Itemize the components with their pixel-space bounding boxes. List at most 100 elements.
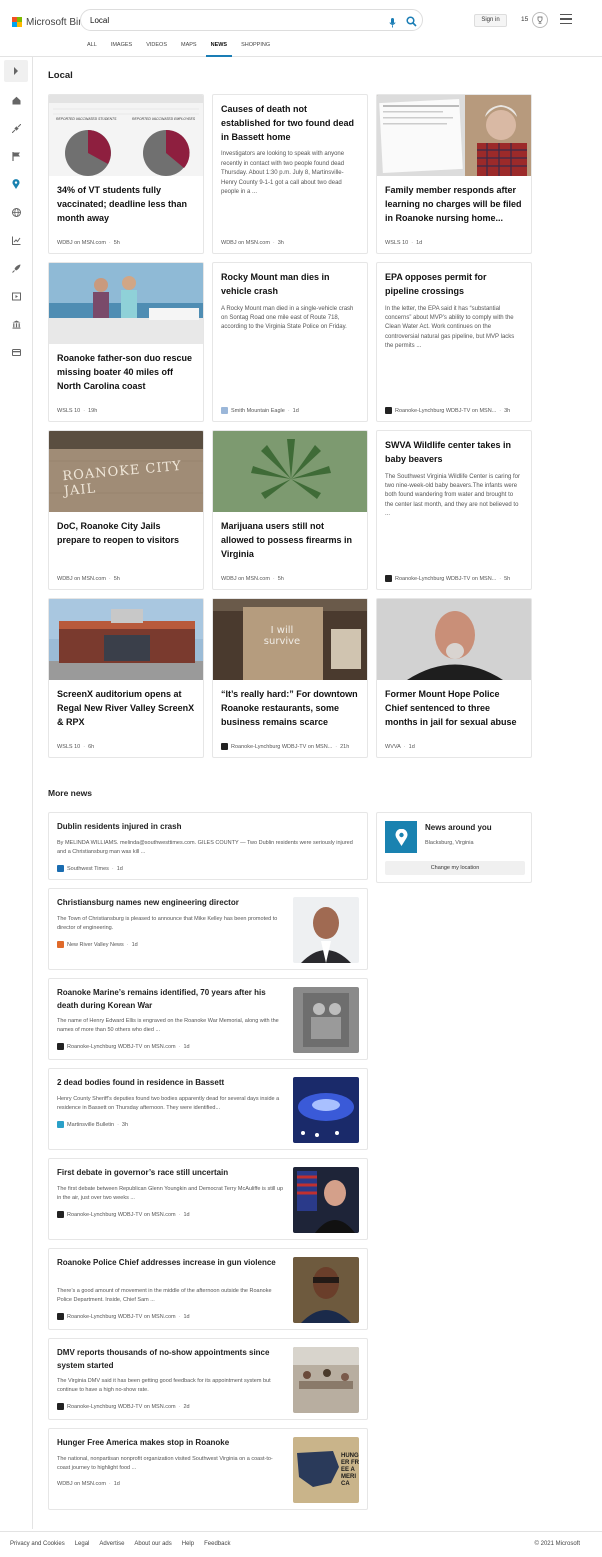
card-title[interactable]: “It’s really hard:” For downtown Roanoke… [213, 680, 367, 729]
hamburger-menu-icon[interactable] [560, 14, 572, 24]
rewards-points[interactable]: 15 [521, 16, 528, 23]
card-time: 1d [416, 240, 423, 246]
search-box[interactable] [80, 9, 423, 31]
item-title[interactable]: First debate in governor’s race still un… [57, 1167, 283, 1180]
card-title[interactable]: ScreenX auditorium opens at Regal New Ri… [49, 680, 203, 729]
item-source[interactable]: Roanoke-Lynchburg WDBJ-TV on MSN.com [67, 1314, 176, 1320]
chart-icon[interactable] [11, 235, 21, 245]
item-thumbnail [293, 1077, 359, 1143]
search-tabs: ALL IMAGES VIDEOS MAPS NEWS SHOPPING [80, 40, 277, 57]
item-source[interactable]: New River Valley News [67, 942, 124, 948]
item-source[interactable]: Roanoke-Lynchburg WDBJ-TV on MSN.com [67, 1044, 176, 1050]
location-icon[interactable] [11, 179, 21, 189]
card-title[interactable]: Marijuana users still not allowed to pos… [213, 512, 367, 561]
card-title[interactable]: SWVA Wildlife center takes in baby beave… [377, 431, 531, 467]
item-source[interactable]: Roanoke-Lynchburg WDBJ-TV on MSN.com [67, 1404, 176, 1410]
advertise-link[interactable]: Advertise [99, 1541, 124, 1547]
sign-in-button[interactable]: Sign in [474, 14, 507, 27]
card-source[interactable]: Roanoke-Lynchburg WDBJ-TV on MSN... [395, 408, 496, 414]
list-item[interactable]: Roanoke Police Chief addresses increase … [48, 1248, 368, 1330]
news-card[interactable]: SWVA Wildlife center takes in baby beave… [376, 430, 532, 590]
card-title[interactable]: EPA opposes permit for pipeline crossing… [377, 263, 531, 299]
video-icon[interactable] [11, 291, 21, 301]
expand-icon[interactable] [4, 60, 28, 82]
news-card[interactable]: Family member responds after learning no… [376, 94, 532, 254]
card-source[interactable]: WSLS 10 [57, 408, 80, 414]
card-title[interactable]: Former Mount Hope Police Chief sentenced… [377, 680, 531, 729]
card-icon[interactable] [11, 347, 21, 357]
card-title[interactable]: Causes of death not established for two … [213, 95, 367, 144]
list-item[interactable]: Dublin residents injured in crash By MEL… [48, 812, 368, 880]
about-ads-link[interactable]: About our ads [134, 1541, 171, 1547]
microphone-icon[interactable] [389, 15, 396, 33]
item-title[interactable]: DMV reports thousands of no-show appoint… [57, 1347, 283, 1372]
rocket-icon[interactable] [11, 263, 21, 273]
tab-all[interactable]: ALL [80, 40, 104, 57]
card-title[interactable]: DoC, Roanoke City Jails prepare to reope… [49, 512, 203, 548]
search-input[interactable] [90, 13, 380, 28]
card-time: 3h [277, 240, 284, 246]
card-source[interactable]: WVVA [385, 744, 401, 750]
item-source[interactable]: Southwest Times [67, 866, 109, 872]
satellite-icon[interactable] [11, 123, 21, 133]
card-source[interactable]: WDBJ on MSN.com [57, 240, 106, 246]
news-card[interactable]: ScreenX auditorium opens at Regal New Ri… [48, 598, 204, 758]
news-card[interactable]: Causes of death not established for two … [212, 94, 368, 254]
globe-icon[interactable] [11, 207, 21, 217]
news-card[interactable]: Rocky Mount man dies in vehicle crash A … [212, 262, 368, 422]
news-card[interactable]: Marijuana users still not allowed to pos… [212, 430, 368, 590]
tab-news[interactable]: NEWS [204, 40, 235, 57]
search-icon[interactable] [406, 14, 417, 32]
card-time: 19h [88, 408, 98, 414]
news-card[interactable]: ROANOKE CITY JAIL DoC, Roanoke City Jail… [48, 430, 204, 590]
news-card[interactable]: Roanoke father-son duo rescue missing bo… [48, 262, 204, 422]
list-item[interactable]: Hunger Free America makes stop in Roanok… [48, 1428, 368, 1510]
list-item[interactable]: 2 dead bodies found in residence in Bass… [48, 1068, 368, 1150]
feedback-link[interactable]: Feedback [204, 1541, 230, 1547]
news-card[interactable]: Former Mount Hope Police Chief sentenced… [376, 598, 532, 758]
museum-icon[interactable] [11, 319, 21, 329]
card-source[interactable]: WDBJ on MSN.com [57, 576, 106, 582]
item-title[interactable]: Hunger Free America makes stop in Roanok… [57, 1437, 283, 1450]
card-title[interactable]: 34% of VT students fully vaccinated; dea… [49, 176, 203, 225]
item-source[interactable]: Roanoke-Lynchburg WDBJ-TV on MSN.com [67, 1212, 176, 1218]
legal-link[interactable]: Legal [75, 1541, 90, 1547]
list-item[interactable]: DMV reports thousands of no-show appoint… [48, 1338, 368, 1420]
tab-videos[interactable]: VIDEOS [139, 40, 174, 57]
rewards-trophy-icon[interactable] [532, 12, 548, 28]
privacy-link[interactable]: Privacy and Cookies [10, 1541, 65, 1547]
list-item[interactable]: Roanoke Marine’s remains identified, 70 … [48, 978, 368, 1060]
card-source[interactable]: WSLS 10 [385, 240, 408, 246]
card-title[interactable]: Rocky Mount man dies in vehicle crash [213, 263, 367, 299]
item-source[interactable]: Martinsville Bulletin [67, 1122, 114, 1128]
news-card[interactable]: REPORTED VACCINATED STUDENTS REPORTED VA… [48, 94, 204, 254]
card-source[interactable]: WDBJ on MSN.com [221, 240, 270, 246]
card-source[interactable]: Roanoke-Lynchburg WDBJ-TV on MSN... [395, 576, 496, 582]
tab-shopping[interactable]: SHOPPING [234, 40, 277, 57]
card-source[interactable]: Roanoke-Lynchburg WDBJ-TV on MSN... [231, 744, 332, 750]
item-title[interactable]: Christiansburg names new engineering dir… [57, 897, 283, 910]
card-title[interactable]: Family member responds after learning no… [377, 176, 531, 225]
card-source[interactable]: Smith Mountain Eagle [231, 408, 285, 414]
flag-icon[interactable] [11, 151, 21, 161]
bing-logo[interactable]: Microsoft Bing [12, 15, 89, 29]
item-title[interactable]: Roanoke Marine’s remains identified, 70 … [57, 987, 283, 1012]
news-card[interactable]: I will survive “It’s really hard:” For d… [212, 598, 368, 758]
help-link[interactable]: Help [182, 1541, 194, 1547]
item-source[interactable]: WDBJ on MSN.com [57, 1481, 106, 1487]
item-meta: Roanoke-Lynchburg WDBJ-TV on MSN.com · 1d [57, 1313, 190, 1320]
item-title[interactable]: Roanoke Police Chief addresses increase … [57, 1257, 283, 1270]
home-icon[interactable] [11, 95, 21, 105]
list-item[interactable]: First debate in governor’s race still un… [48, 1158, 368, 1240]
list-item[interactable]: Christiansburg names new engineering dir… [48, 888, 368, 970]
card-source[interactable]: WDBJ on MSN.com [221, 576, 270, 582]
news-card[interactable]: EPA opposes permit for pipeline crossing… [376, 262, 532, 422]
item-title[interactable]: Dublin residents injured in crash [57, 821, 357, 834]
card-title[interactable]: Roanoke father-son duo rescue missing bo… [49, 344, 203, 393]
item-title[interactable]: 2 dead bodies found in residence in Bass… [57, 1077, 283, 1090]
tab-images[interactable]: IMAGES [104, 40, 139, 57]
card-meta: WDBJ on MSN.com · 3h [221, 240, 284, 246]
tab-maps[interactable]: MAPS [174, 40, 204, 57]
card-source[interactable]: WSLS 10 [57, 744, 80, 750]
change-location-button[interactable]: Change my location [385, 861, 525, 875]
